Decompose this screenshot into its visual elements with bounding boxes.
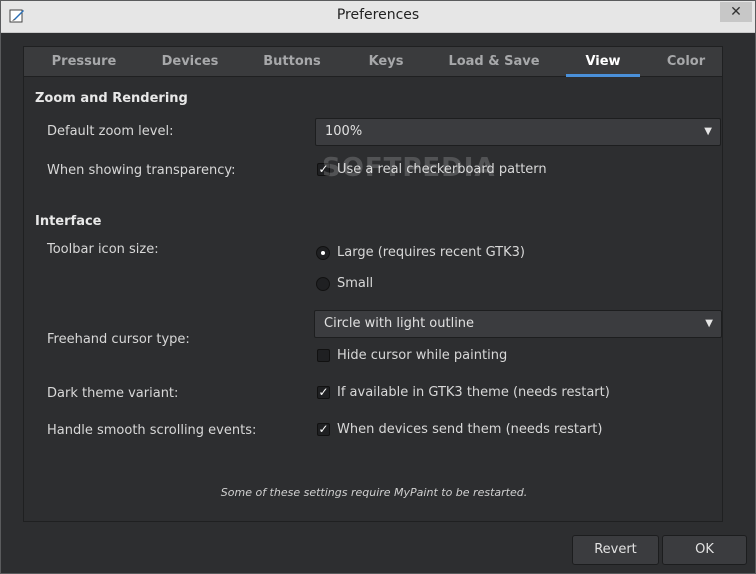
title-bar: Preferences ✕ <box>1 1 755 33</box>
restart-note: Some of these settings require MyPaint t… <box>220 486 528 499</box>
icon-size-small-text[interactable]: Small <box>337 276 373 291</box>
chevron-down-icon: ▼ <box>704 126 712 137</box>
close-icon: ✕ <box>730 4 742 20</box>
smooth-scroll-label: Handle smooth scrolling events: <box>47 423 257 438</box>
chevron-down-icon: ▼ <box>705 318 713 329</box>
checkmark-icon: ✓ <box>318 385 329 399</box>
transparency-label: When showing transparency: <box>47 163 236 178</box>
tab-color[interactable]: Color <box>654 47 718 76</box>
default-zoom-select[interactable]: 100% ▼ <box>315 118 721 146</box>
tab-view[interactable]: View <box>566 47 640 77</box>
icon-size-small-radio[interactable] <box>316 277 330 291</box>
preferences-window: Preferences ✕ Pressure Devices Buttons K… <box>0 0 756 574</box>
cursor-type-label: Freehand cursor type: <box>47 332 190 347</box>
dark-theme-checkbox[interactable]: ✓ <box>317 386 330 399</box>
default-zoom-label: Default zoom level: <box>47 124 174 139</box>
smooth-scroll-checkbox[interactable]: ✓ <box>317 423 330 436</box>
tab-buttons[interactable]: Buttons <box>252 47 332 76</box>
watermark: SOFTPEDIA <box>322 153 496 183</box>
tab-pressure[interactable]: Pressure <box>42 47 126 76</box>
close-button[interactable]: ✕ <box>720 2 752 22</box>
checkmark-icon: ✓ <box>318 422 329 436</box>
smooth-scroll-text[interactable]: When devices send them (needs restart) <box>337 422 602 437</box>
icon-size-large-text[interactable]: Large (requires recent GTK3) <box>337 245 525 260</box>
hide-cursor-checkbox[interactable] <box>317 349 330 362</box>
default-zoom-value: 100% <box>325 124 363 139</box>
toolbar-icon-size-label: Toolbar icon size: <box>47 242 159 257</box>
zoom-section-title: Zoom and Rendering <box>35 91 188 106</box>
ok-button[interactable]: OK <box>662 535 747 565</box>
tab-keys[interactable]: Keys <box>354 47 418 76</box>
tab-bar: Pressure Devices Buttons Keys Load & Sav… <box>23 46 723 77</box>
hide-cursor-text[interactable]: Hide cursor while painting <box>337 348 507 363</box>
tab-devices[interactable]: Devices <box>150 47 230 76</box>
window-title: Preferences <box>336 7 420 23</box>
watermark-text: SOFTPEDIA <box>322 153 496 183</box>
icon-size-large-radio[interactable] <box>316 246 330 260</box>
cursor-type-value: Circle with light outline <box>324 316 475 331</box>
dark-theme-label: Dark theme variant: <box>47 386 179 401</box>
cursor-type-select[interactable]: Circle with light outline ▼ <box>314 310 722 338</box>
view-panel: Zoom and Rendering Default zoom level: 1… <box>23 77 723 522</box>
interface-section-title: Interface <box>35 214 102 229</box>
dark-theme-text[interactable]: If available in GTK3 theme (needs restar… <box>337 385 610 400</box>
tab-load-save[interactable]: Load & Save <box>440 47 548 76</box>
revert-button[interactable]: Revert <box>572 535 659 565</box>
